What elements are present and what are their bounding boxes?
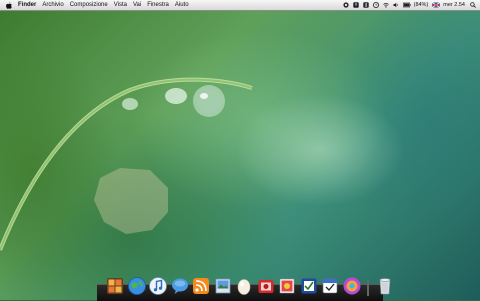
menu-vista[interactable]: Vista xyxy=(114,0,127,10)
menu-bar: Finder Archivio Composizione Vista Vai F… xyxy=(0,0,480,11)
itunes-icon[interactable] xyxy=(148,276,168,296)
desktop-wallpaper xyxy=(0,0,480,300)
trash-icon[interactable] xyxy=(375,276,395,296)
menubar-clock[interactable]: mer 2.54 xyxy=(443,0,465,10)
dock xyxy=(105,272,397,296)
calendar-check-icon[interactable] xyxy=(320,276,340,296)
spotlight-search-icon[interactable] xyxy=(470,2,476,8)
apple-logo-icon[interactable] xyxy=(6,1,12,9)
flag-icon[interactable] xyxy=(432,2,441,8)
ichat-icon[interactable] xyxy=(170,276,190,296)
wifi-icon[interactable] xyxy=(382,2,389,8)
time-machine-icon[interactable] xyxy=(352,2,359,8)
safari-globe-icon[interactable] xyxy=(127,276,147,296)
battery-icon[interactable] xyxy=(402,2,411,8)
menu-aiuto[interactable]: Aiuto xyxy=(175,0,189,10)
menu-composizione[interactable]: Composizione xyxy=(70,0,108,10)
volume-icon[interactable] xyxy=(393,2,399,8)
itunes-store-icon[interactable] xyxy=(342,276,362,296)
rss-reader-icon[interactable] xyxy=(191,276,211,296)
photos-icon[interactable] xyxy=(277,276,297,296)
finder-icon[interactable] xyxy=(105,276,125,296)
color-picker-icon[interactable] xyxy=(299,276,319,296)
photo-booth-icon[interactable] xyxy=(256,276,276,296)
menu-finestra[interactable]: Finestra xyxy=(147,0,169,10)
status-area: (84%) mer 2.54 xyxy=(339,0,476,10)
quicklook-egg-icon[interactable] xyxy=(234,276,254,296)
menu-vai[interactable]: Vai xyxy=(133,0,141,10)
battery-percentage: (84%) xyxy=(413,2,429,8)
sync-icon[interactable] xyxy=(343,2,349,8)
menu-app-finder[interactable]: Finder xyxy=(18,0,36,10)
clock-icon[interactable] xyxy=(372,2,379,8)
menu-archivio[interactable]: Archivio xyxy=(42,0,63,10)
dock-separator xyxy=(367,280,369,296)
preview-icon[interactable] xyxy=(213,276,233,296)
bluetooth-icon[interactable] xyxy=(362,2,369,8)
